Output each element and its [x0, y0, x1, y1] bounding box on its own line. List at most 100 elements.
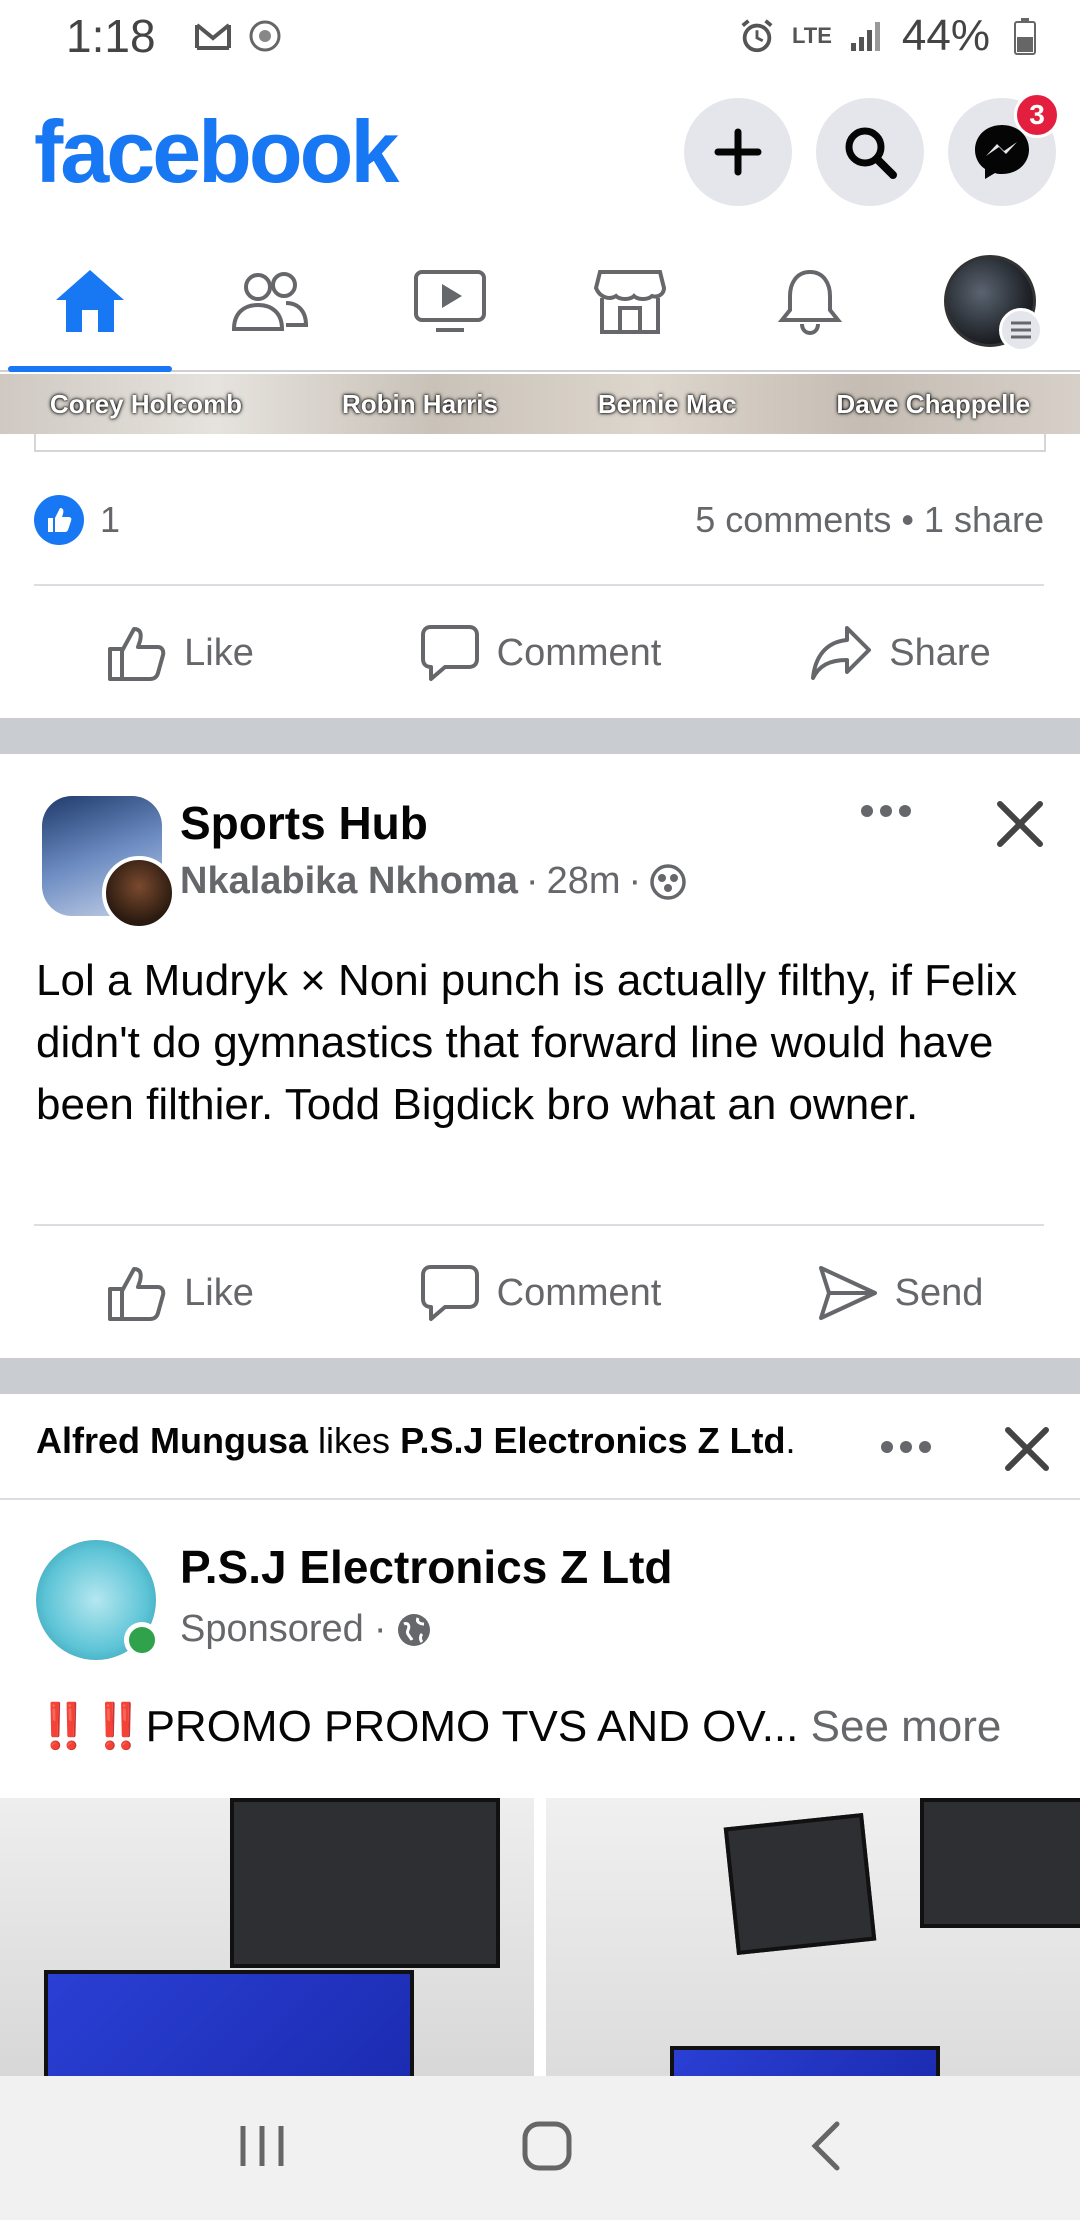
- comment-icon: [420, 1265, 479, 1321]
- double-exclamation-icon: ‼️‼️: [36, 1702, 146, 1751]
- send-button[interactable]: Send: [720, 1228, 1080, 1358]
- sponsored-meta: Sponsored ·: [180, 1608, 432, 1651]
- author-name[interactable]: Nkalabika Nkhoma: [180, 860, 518, 903]
- tv-photo-shape: [230, 1798, 500, 1968]
- more-icon: [881, 1441, 931, 1453]
- strip-caption: Corey Holcomb: [49, 388, 243, 419]
- send-label: Send: [894, 1271, 984, 1314]
- messenger-badge: 3: [1014, 92, 1060, 138]
- post-options-button[interactable]: [860, 804, 912, 823]
- send-icon: [818, 1266, 877, 1320]
- see-more-link[interactable]: See more: [811, 1702, 1002, 1751]
- back-button[interactable]: [807, 2120, 843, 2177]
- post-options-button[interactable]: [880, 1440, 932, 1459]
- facebook-logo[interactable]: facebook: [34, 101, 399, 203]
- back-icon: [811, 2121, 840, 2170]
- alarm-icon: [738, 17, 776, 55]
- link-card-border: [34, 434, 1046, 452]
- hide-post-button[interactable]: [1004, 1426, 1050, 1477]
- more-icon: [861, 805, 911, 817]
- close-icon: [1005, 1427, 1049, 1471]
- comment-button[interactable]: Comment: [360, 1228, 720, 1358]
- tab-notifications[interactable]: [720, 232, 900, 370]
- bell-icon: [777, 269, 843, 336]
- share-button[interactable]: Share: [720, 588, 1080, 718]
- menu-icon: [999, 308, 1043, 352]
- strip-caption: Bernie Mac: [597, 388, 737, 419]
- strip-caption: Dave Chappelle: [836, 388, 1031, 419]
- tv-photo-shape: [44, 1970, 414, 2076]
- reactions-summary[interactable]: 1 5 comments • 1 share: [34, 488, 1044, 552]
- shared-image-strip[interactable]: Corey Holcomb Robin Harris Bernie Mac Da…: [0, 374, 1080, 434]
- main-tab-bar: [0, 232, 1080, 372]
- meta-separator: ·: [373, 1608, 387, 1650]
- tab-menu[interactable]: [900, 232, 1080, 370]
- home-square-icon: [522, 2121, 572, 2170]
- advertiser-name[interactable]: P.S.J Electronics Z Ltd: [180, 1540, 673, 1594]
- app-notification-icon: [246, 17, 284, 55]
- period: .: [785, 1420, 796, 1461]
- ad-image[interactable]: [546, 1798, 1080, 2076]
- tab-watch[interactable]: [360, 232, 540, 370]
- friends-icon: [231, 272, 309, 331]
- meta-separator: ·: [525, 860, 539, 902]
- thumbs-up-icon: [108, 1267, 166, 1321]
- signal-icon: [848, 17, 886, 55]
- page-name[interactable]: Sports Hub: [180, 796, 428, 850]
- post-text: Lol a Mudryk × Noni punch is actually fi…: [36, 956, 1018, 1129]
- recent-apps-button[interactable]: [237, 2122, 287, 2175]
- tv-photo-shape: [723, 1813, 877, 1955]
- messenger-button[interactable]: 3: [948, 92, 1060, 206]
- hide-post-button[interactable]: [996, 800, 1044, 853]
- likes-word: likes: [318, 1420, 391, 1461]
- like-label: Like: [184, 631, 254, 674]
- post-header: Sports Hub Nkalabika Nkhoma · 28m ·: [0, 756, 1080, 930]
- battery-icon: [1006, 17, 1044, 55]
- status-bar: 1:18 LTE 44%: [0, 0, 1080, 72]
- post-actions: Like Comment Share: [0, 588, 1080, 718]
- comments-shares-count[interactable]: 5 comments • 1 share: [695, 499, 1044, 541]
- feed-separator: [0, 718, 1080, 754]
- create-button[interactable]: [684, 98, 792, 206]
- tab-marketplace[interactable]: [540, 232, 720, 370]
- app-header: facebook 3: [0, 72, 1080, 232]
- post-actions: Like Comment Send: [0, 1228, 1080, 1358]
- home-icon: [56, 270, 124, 332]
- like-reaction-icon: [34, 495, 84, 545]
- like-button[interactable]: Like: [0, 1228, 360, 1358]
- advertiser-avatar[interactable]: [36, 1540, 160, 1660]
- ad-image[interactable]: [0, 1798, 534, 2076]
- feed-separator: [0, 1358, 1080, 1394]
- author-avatar[interactable]: [102, 856, 176, 930]
- plus-icon: [714, 128, 762, 176]
- comment-button[interactable]: Comment: [360, 588, 720, 718]
- divider: [34, 1224, 1044, 1226]
- sponsored-label[interactable]: Sponsored: [180, 1608, 364, 1651]
- like-label: Like: [184, 1271, 254, 1314]
- search-button[interactable]: [816, 98, 924, 206]
- meta-separator: ·: [628, 860, 642, 902]
- marketplace-icon: [593, 270, 667, 334]
- ad-text: ‼️‼️PROMO PROMO TVS AND OV... See more: [36, 1700, 1056, 1752]
- recent-apps-icon: [240, 2125, 284, 2166]
- globe-icon: [398, 1613, 431, 1646]
- home-button[interactable]: [521, 2120, 573, 2177]
- liked-page-name[interactable]: P.S.J Electronics Z Ltd: [400, 1420, 785, 1461]
- clock: 1:18: [66, 10, 156, 62]
- divider: [0, 1498, 1080, 1500]
- post-time[interactable]: 28m: [547, 860, 621, 903]
- network-type: LTE: [792, 23, 832, 48]
- comment-label: Comment: [496, 631, 662, 674]
- online-indicator: [124, 1622, 160, 1658]
- like-button[interactable]: Like: [0, 588, 360, 718]
- comment-icon: [420, 625, 479, 681]
- system-nav-bar: [0, 2076, 1080, 2220]
- liker-name[interactable]: Alfred Mungusa: [36, 1420, 308, 1461]
- close-icon: [997, 801, 1043, 847]
- promo-text: PROMO PROMO TVS AND OV...: [145, 1702, 799, 1751]
- profile-avatar: [944, 255, 1043, 352]
- tab-home[interactable]: [0, 232, 180, 372]
- share-label: Share: [889, 631, 991, 674]
- tab-friends[interactable]: [180, 232, 360, 370]
- page-avatar[interactable]: [42, 796, 176, 930]
